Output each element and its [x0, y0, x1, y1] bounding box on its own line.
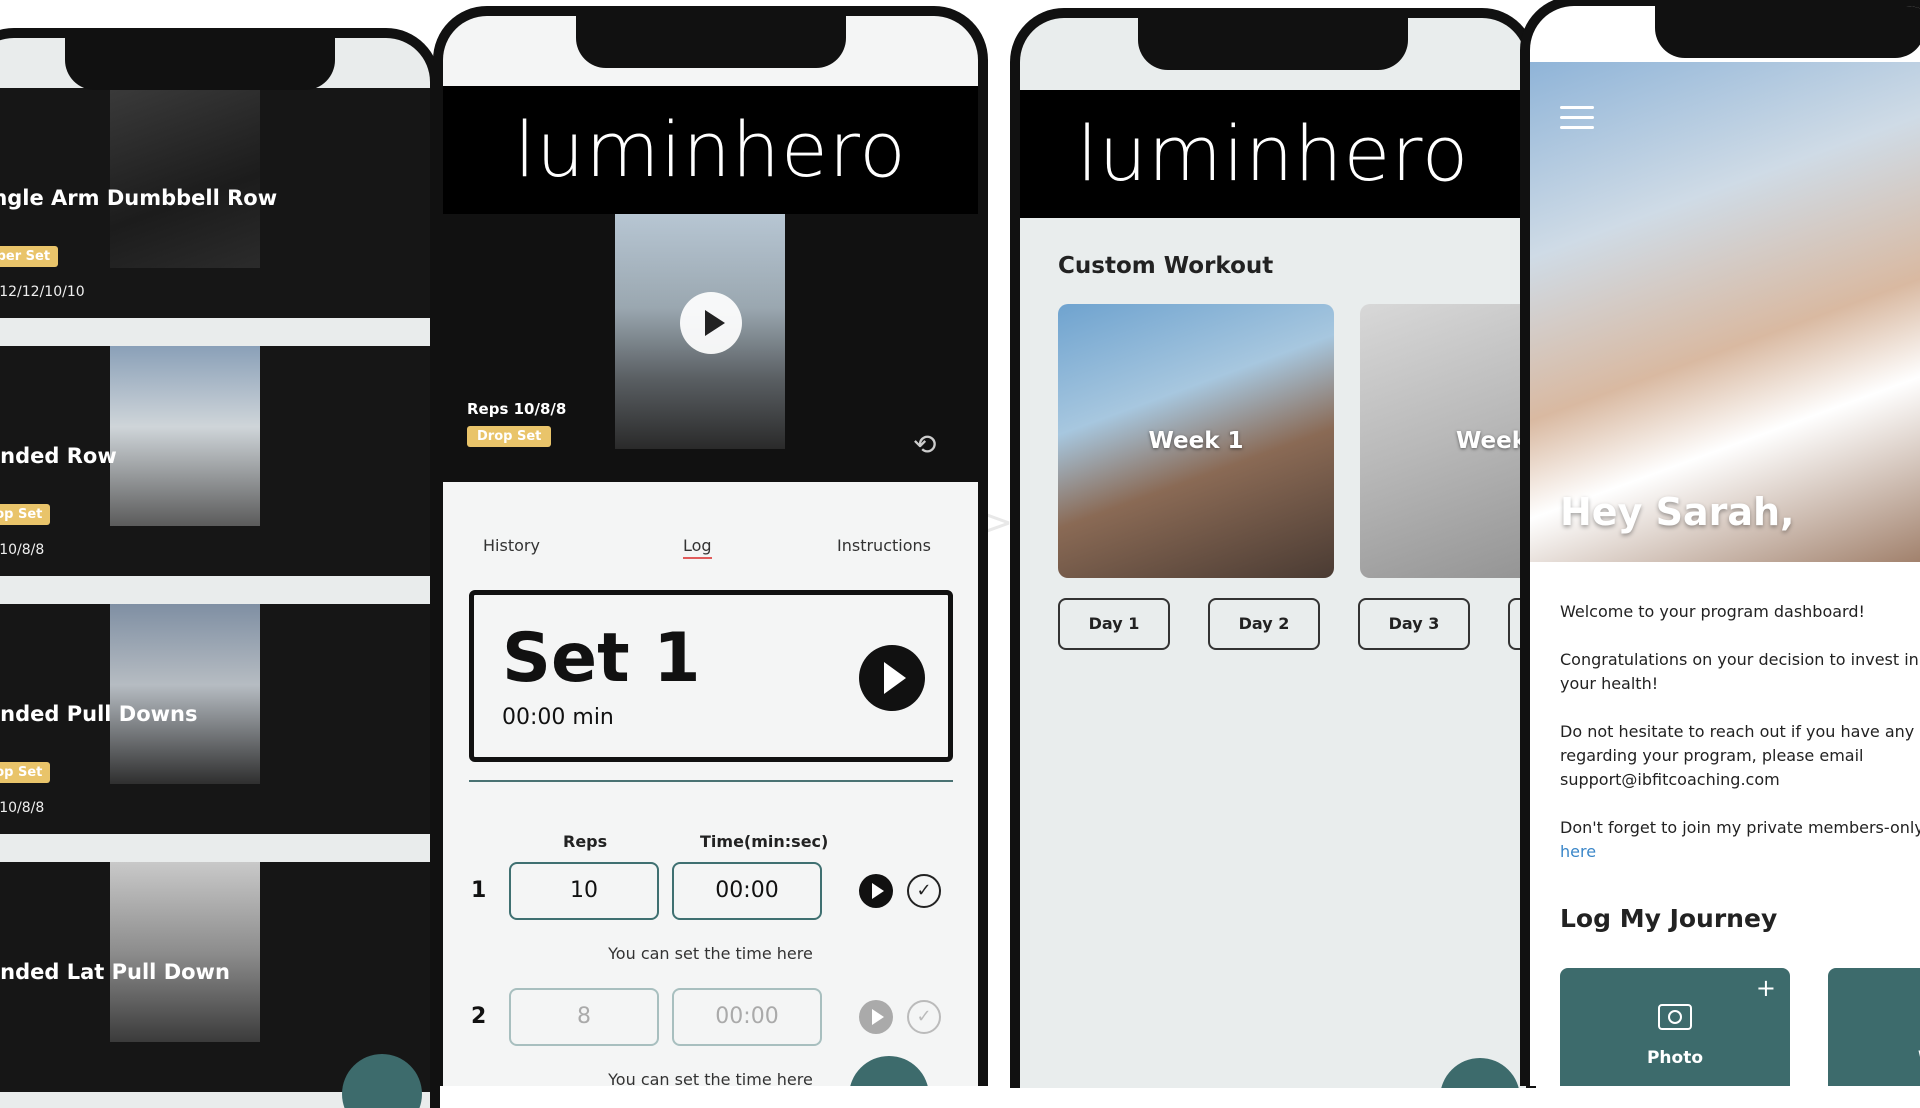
hamburger-menu-icon[interactable]	[1560, 106, 1594, 130]
plus-icon[interactable]: +	[1756, 974, 1776, 1002]
time-column-header: Time(min:sec)	[700, 832, 829, 851]
row-index: 1	[471, 878, 487, 903]
week-label: Week 1	[1148, 428, 1244, 454]
phone-exercise-detail: luminhero Reps 10/8/8 Drop Set ⟲ History…	[433, 6, 988, 1086]
divider	[469, 780, 953, 782]
journey-card-label: Photo	[1646, 1048, 1704, 1068]
exercise-title: Banded Pull Downs	[0, 702, 198, 726]
detail-tabs: History Log Instructions	[443, 536, 978, 566]
row-complete-check[interactable]: ✓	[907, 874, 941, 908]
hero-photo	[1530, 62, 1920, 562]
exercise-reps: eps 10/8/8	[0, 542, 45, 558]
week-card[interactable]: Week	[1360, 304, 1526, 578]
journey-photo-card[interactable]: + Photo	[1560, 968, 1790, 1086]
time-hint: You can set the time here	[608, 944, 813, 963]
set-type-badge: Drop Set	[0, 504, 51, 525]
section-title: Log My Journey	[1560, 904, 1778, 933]
row-complete-check[interactable]: ✓	[907, 1000, 941, 1034]
video-play-icon[interactable]	[680, 292, 742, 354]
tab-instructions[interactable]: Instructions	[837, 536, 931, 555]
brand-logo: luminhero	[1020, 90, 1526, 218]
day-button[interactable]: Day 1	[1058, 598, 1170, 650]
exercise-video[interactable]: Reps 10/8/8 Drop Set ⟲	[443, 214, 978, 482]
row-index: 2	[471, 1004, 487, 1029]
camera-icon	[1658, 1004, 1692, 1030]
exercise-thumbnail	[110, 862, 260, 1042]
phone-exercise-list: Single Arm Dumbbell Row ack Super Set ep…	[0, 28, 440, 1108]
contact-text: Do not hesitate to reach out if you have…	[1560, 722, 1920, 741]
current-set-panel: Set 1 00:00 min	[469, 590, 953, 762]
congrats-text: Congratulations on your decision to inve…	[1560, 650, 1920, 669]
set-play-button[interactable]	[859, 645, 925, 711]
row-play-button[interactable]	[859, 1000, 893, 1034]
video-reps: Reps 10/8/8	[467, 400, 567, 418]
exercise-thumbnail	[110, 88, 260, 268]
contact-text-cont: regarding your program, please email	[1560, 746, 1864, 765]
exercise-card[interactable]: Banded Pull Downs ack Drop Set eps 10/8/…	[0, 604, 430, 834]
set-type-badge: Super Set	[0, 246, 59, 267]
congrats-text-cont: your health!	[1560, 674, 1659, 693]
tab-history[interactable]: History	[483, 536, 540, 555]
support-email: support@ibfitcoaching.com	[1560, 770, 1780, 789]
exercise-title: Single Arm Dumbbell Row	[0, 186, 278, 210]
exercise-card[interactable]: Single Arm Dumbbell Row ack Super Set ep…	[0, 88, 430, 318]
chat-fab-button[interactable]	[1440, 1058, 1520, 1088]
set-type-badge: Drop Set	[0, 762, 51, 783]
time-input[interactable]: 00:00	[672, 988, 822, 1046]
chat-fab-button[interactable]	[849, 1056, 929, 1086]
exercise-thumbnail	[110, 604, 260, 784]
set-title: Set 1	[502, 619, 701, 698]
brand-logo: luminhero	[443, 86, 978, 214]
greeting: Hey Sarah,	[1560, 490, 1795, 534]
reps-input[interactable]: 8	[509, 988, 659, 1046]
exercise-card[interactable]: Banded Row ack Drop Set eps 10/8/8	[0, 346, 430, 576]
section-title: Custom Workout	[1058, 253, 1274, 279]
exercise-thumbnail	[110, 346, 260, 526]
row-play-button[interactable]	[859, 874, 893, 908]
reps-column-header: Reps	[563, 832, 608, 851]
welcome-text: Welcome to your program dashboard!	[1560, 602, 1865, 621]
phone-notch	[575, 16, 846, 68]
members-text: Don't forget to join my private members-…	[1560, 818, 1920, 837]
exercise-reps: eps 10/8/8	[0, 800, 45, 816]
repeat-icon[interactable]: ⟲	[913, 428, 936, 461]
phone-notch	[65, 38, 335, 90]
day-button[interactable]: Day 3	[1358, 598, 1470, 650]
time-input[interactable]: 00:00	[672, 862, 822, 920]
reps-input[interactable]: 10	[509, 862, 659, 920]
day-button[interactable]: Day 2	[1208, 598, 1320, 650]
set-type-badge: Drop Set	[467, 426, 552, 447]
phone-dashboard: Hey Sarah, Welcome to your program dashb…	[1520, 0, 1920, 1086]
members-link[interactable]: here	[1560, 840, 1596, 864]
exercise-reps: eps 12/12/10/10	[0, 284, 85, 300]
phone-custom-workout: luminhero Custom Workout 💡 Week 1 Week D…	[1010, 8, 1536, 1088]
journey-card[interactable]: W	[1828, 968, 1920, 1086]
phone-notch	[1655, 6, 1920, 58]
exercise-title: Banded Row	[0, 444, 117, 468]
tab-log[interactable]: Log	[683, 536, 712, 559]
exercise-title: Banded Lat Pull Down	[0, 960, 230, 984]
week-card[interactable]: Week 1	[1058, 304, 1334, 578]
set-time: 00:00 min	[502, 705, 614, 730]
phone-notch	[1138, 18, 1408, 70]
